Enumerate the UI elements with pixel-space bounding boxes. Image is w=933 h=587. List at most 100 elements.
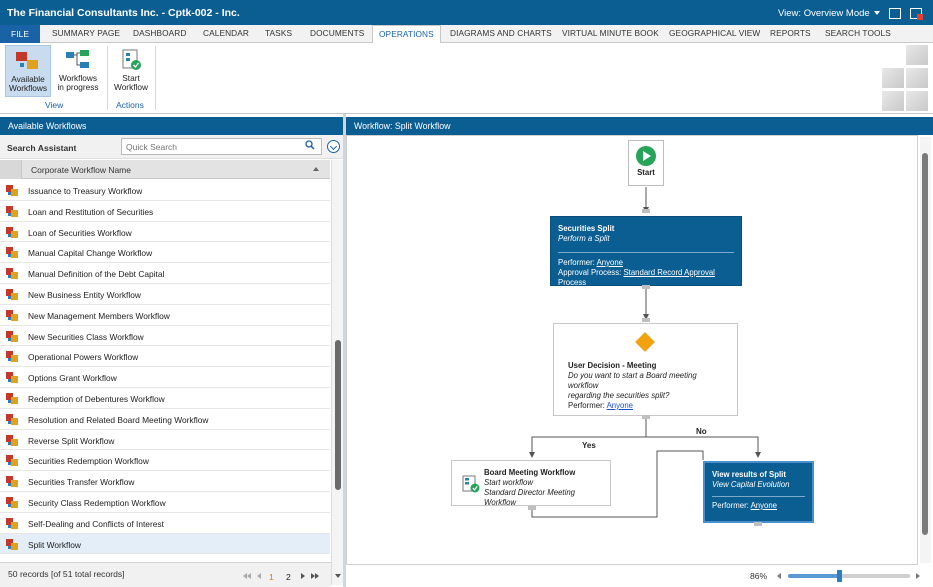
tab-operations[interactable]: OPERATIONS [372, 25, 441, 44]
zoom-slider-thumb[interactable] [837, 570, 843, 582]
column-header-stub [0, 160, 22, 179]
view-results-performer-link[interactable]: Anyone [751, 501, 777, 510]
workflow-icon [6, 476, 19, 488]
app-title: The Financial Consultants Inc. - Cptk-00… [7, 7, 240, 19]
workflow-icon [6, 434, 19, 446]
decision-question-1: Do you want to start a Board meeting wor… [568, 371, 697, 390]
tab-virtual-minute-book[interactable]: VIRTUAL MINUTE BOOK [562, 28, 659, 38]
list-item[interactable]: Manual Definition of the Debt Capital [0, 263, 330, 284]
workflow-icon [6, 413, 19, 425]
zoom-out-icon[interactable] [777, 573, 781, 579]
first-page-icon-2 [247, 573, 251, 579]
start-workflow-icon [461, 475, 481, 496]
workflow-icon [6, 226, 19, 238]
magnifier-icon[interactable] [305, 140, 315, 150]
previous-page-icon[interactable] [257, 573, 261, 579]
list-item[interactable]: Options Grant Workflow [0, 367, 330, 388]
exit-icon[interactable] [910, 8, 923, 20]
tab-file[interactable]: FILE [0, 25, 40, 43]
tab-geographical-view[interactable]: GEOGRAPHICAL VIEW [669, 28, 760, 38]
play-icon [636, 146, 656, 166]
tab-reports[interactable]: REPORTS [770, 28, 811, 38]
tab-dashboard[interactable]: DASHBOARD [133, 28, 186, 38]
tab-documents[interactable]: DOCUMENTS [310, 28, 364, 38]
tab-calendar[interactable]: CALENDAR [203, 28, 249, 38]
workflow-icon [6, 330, 19, 342]
list-scrollbar[interactable] [331, 160, 343, 585]
tab-bar: FILE SUMMARY PAGE DASHBOARD CALENDAR TAS… [0, 25, 933, 44]
tile [882, 91, 904, 111]
board-meeting-node[interactable]: Board Meeting Workflow Start workflow St… [451, 460, 611, 507]
tab-tasks[interactable]: TASKS [265, 28, 292, 38]
start-node[interactable]: Start [628, 140, 664, 186]
zoom-slider[interactable] [788, 570, 910, 582]
workflow-name: Securities Redemption Workflow [28, 456, 149, 467]
ribbon-separator [155, 46, 156, 110]
workflow-name: Operational Powers Workflow [28, 352, 139, 363]
workflow-name: Options Grant Workflow [28, 373, 117, 384]
view-results-node[interactable]: View results of Split View Capital Evolu… [703, 461, 814, 523]
tile [906, 45, 928, 65]
list-item[interactable]: Resolution and Related Board Meeting Wor… [0, 409, 330, 430]
canvas-scrollbar[interactable] [920, 137, 931, 563]
workflow-icon [6, 268, 19, 280]
zoom-in-icon[interactable] [916, 573, 920, 579]
list-item[interactable]: Loan and Restitution of Securities [0, 201, 330, 222]
zoom-bar: 86% [346, 565, 933, 587]
tile [906, 68, 928, 88]
list-item[interactable]: Manual Capital Change Workflow [0, 242, 330, 264]
sort-ascending-icon[interactable] [313, 167, 319, 171]
board-meeting-title: Board Meeting Workflow [484, 468, 576, 477]
yes-label: Yes [582, 441, 596, 450]
performer-link[interactable]: Anyone [597, 258, 623, 267]
list-item[interactable]: Security Class Redemption Workflow [0, 492, 330, 513]
decision-performer-link[interactable]: Anyone [607, 401, 633, 410]
workflows-in-progress-button[interactable]: Workflows in progress [54, 45, 102, 97]
decision-performer-label: Performer: [568, 401, 605, 410]
page-next[interactable]: 2 [286, 572, 291, 582]
view-results-title: View results of Split [712, 470, 786, 479]
canvas-scrollbar-thumb[interactable] [922, 153, 928, 535]
title-bar: The Financial Consultants Inc. - Cptk-00… [0, 0, 933, 25]
list-item[interactable]: Split Workflow [0, 533, 330, 555]
start-workflow-button[interactable]: Start Workflow [110, 45, 152, 97]
tab-summary-page[interactable]: SUMMARY PAGE [52, 28, 120, 38]
available-workflows-button[interactable]: Available Workflows [5, 45, 51, 97]
records-count: 50 records [of 51 total records] [8, 569, 125, 579]
window-restore-icon[interactable] [889, 8, 901, 19]
list-item[interactable]: Securities Redemption Workflow [0, 450, 330, 472]
chevron-down-circle-icon[interactable] [327, 140, 340, 153]
view-group-label: View [45, 100, 64, 110]
scroll-down-icon[interactable] [335, 574, 341, 578]
list-item[interactable]: New Securities Class Workflow [0, 326, 330, 347]
list-scrollbar-thumb[interactable] [335, 340, 341, 490]
list-item[interactable]: Securities Transfer Workflow [0, 471, 330, 492]
page-current[interactable]: 1 [269, 572, 274, 582]
list-item[interactable]: Self-Dealing and Conflicts of Interest [0, 513, 330, 534]
workflow-name: Manual Definition of the Debt Capital [28, 269, 165, 280]
list-item[interactable]: Operational Powers Workflow [0, 346, 330, 368]
view-mode-dropdown[interactable]: View: Overview Mode [778, 8, 880, 19]
list-item[interactable]: Redemption of Debentures Workflow [0, 388, 330, 409]
tab-diagrams-and-charts[interactable]: DIAGRAMS AND CHARTS [450, 28, 552, 38]
workflow-name: Self-Dealing and Conflicts of Interest [28, 518, 164, 529]
tab-search-tools[interactable]: SEARCH TOOLS [825, 28, 891, 38]
column-header[interactable]: Corporate Workflow Name [0, 160, 330, 179]
workflow-name: Manual Capital Change Workflow [28, 248, 153, 259]
list-item[interactable]: Loan of Securities Workflow [0, 222, 330, 243]
connector-port [754, 522, 762, 526]
workflow-icon [6, 288, 19, 300]
actions-group-label: Actions [116, 100, 144, 110]
next-page-icon[interactable] [301, 573, 305, 579]
workflow-icon [6, 496, 19, 508]
list-item[interactable]: New Management Members Workflow [0, 305, 330, 326]
board-meeting-line-2: Standard Director Meeting Workflow [484, 488, 576, 507]
list-item[interactable]: Issuance to Treasury Workflow [0, 180, 330, 201]
records-footer: 50 records [of 51 total records] 1 2 [0, 562, 331, 587]
securities-split-node[interactable]: Securities Split Perform a Split Perform… [550, 216, 742, 287]
view-results-performer-label: Performer: [712, 501, 749, 510]
quick-search-input[interactable] [121, 138, 322, 155]
list-item[interactable]: New Business Entity Workflow [0, 284, 330, 305]
workflow-name: Security Class Redemption Workflow [28, 497, 166, 508]
list-item[interactable]: Reverse Split Workflow [0, 430, 330, 451]
